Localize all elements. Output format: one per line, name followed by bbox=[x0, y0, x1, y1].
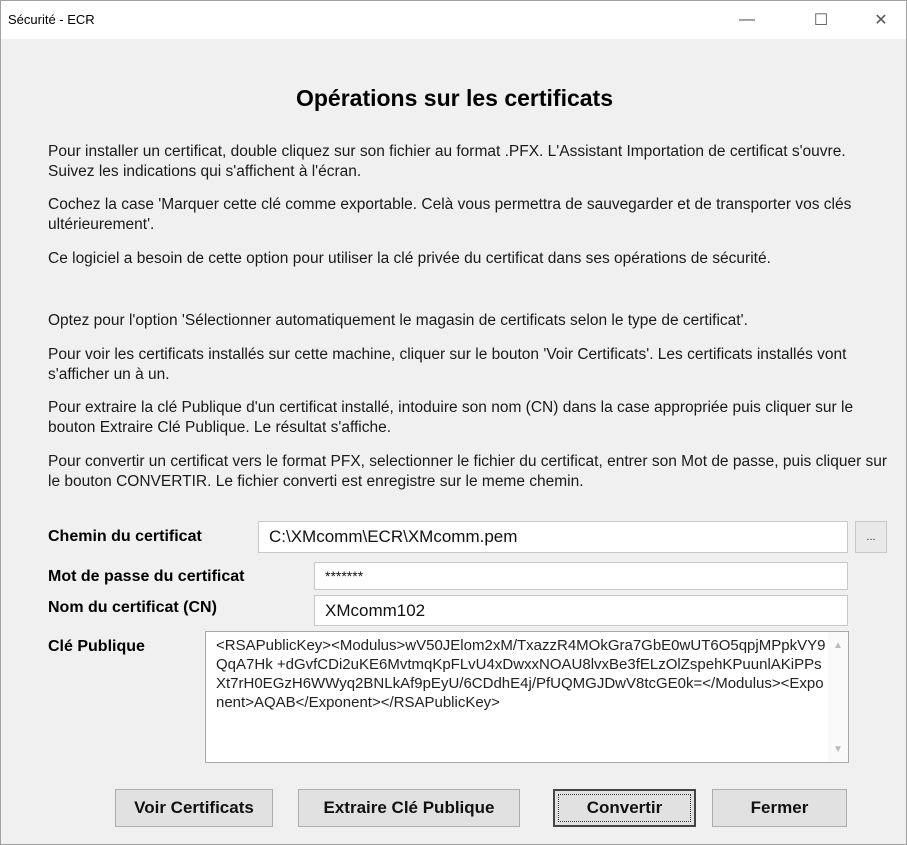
close-icon[interactable]: ✕ bbox=[858, 1, 904, 39]
instruction-exportable: Cochez la case 'Marquer cette clé comme … bbox=[48, 196, 852, 233]
minimize-icon[interactable]: — bbox=[724, 1, 770, 39]
extract-public-key-button[interactable]: Extraire Clé Publique bbox=[298, 789, 520, 827]
public-key-textarea[interactable]: <RSAPublicKey><Modulus>wV50JElom2xM/Txaz… bbox=[205, 631, 849, 763]
page-title: Opérations sur les certificats bbox=[295, 85, 613, 111]
window-title: Sécurité - ECR bbox=[8, 12, 95, 27]
maximize-icon[interactable]: ☐ bbox=[798, 1, 844, 39]
instruction-install: Pour installer un certificat, double cli… bbox=[48, 143, 846, 180]
title-bar[interactable]: Sécurité - ECR — ☐ ✕ bbox=[1, 1, 906, 39]
password-field[interactable]: ******* bbox=[314, 562, 848, 590]
convert-button[interactable]: Convertir bbox=[553, 789, 696, 827]
cn-label: Nom du certificat (CN) bbox=[48, 599, 217, 616]
textarea-scrollbar[interactable]: ▲ ▼ bbox=[828, 632, 848, 762]
scroll-up-icon[interactable]: ▲ bbox=[833, 640, 843, 651]
instruction-view: Pour voir les certificats installés sur … bbox=[48, 346, 847, 383]
path-field[interactable]: C:\XMcomm\ECR\XMcomm.pem bbox=[258, 521, 848, 553]
instruction-convert: Pour convertir un certificat vers le for… bbox=[48, 453, 888, 490]
cn-field[interactable]: XMcomm102 bbox=[314, 595, 848, 626]
instruction-private-key: Ce logiciel a besoin de cette option pou… bbox=[48, 250, 771, 267]
instruction-extract: Pour extraire la clé Publique d'un certi… bbox=[48, 399, 854, 436]
instruction-store: Optez pour l'option 'Sélectionner automa… bbox=[48, 312, 748, 329]
close-button[interactable]: Fermer bbox=[712, 789, 847, 827]
password-label: Mot de passe du certificat bbox=[48, 568, 245, 585]
security-window: Sécurité - ECR — ☐ ✕ Opérations sur les … bbox=[0, 0, 907, 845]
path-label: Chemin du certificat bbox=[48, 528, 202, 545]
scroll-down-icon[interactable]: ▼ bbox=[833, 744, 843, 755]
browse-button[interactable]: ... bbox=[855, 521, 887, 553]
public-key-text: <RSAPublicKey><Modulus>wV50JElom2xM/Txaz… bbox=[216, 637, 826, 711]
public-key-label: Clé Publique bbox=[48, 638, 145, 655]
view-certificates-button[interactable]: Voir Certificats bbox=[115, 789, 273, 827]
